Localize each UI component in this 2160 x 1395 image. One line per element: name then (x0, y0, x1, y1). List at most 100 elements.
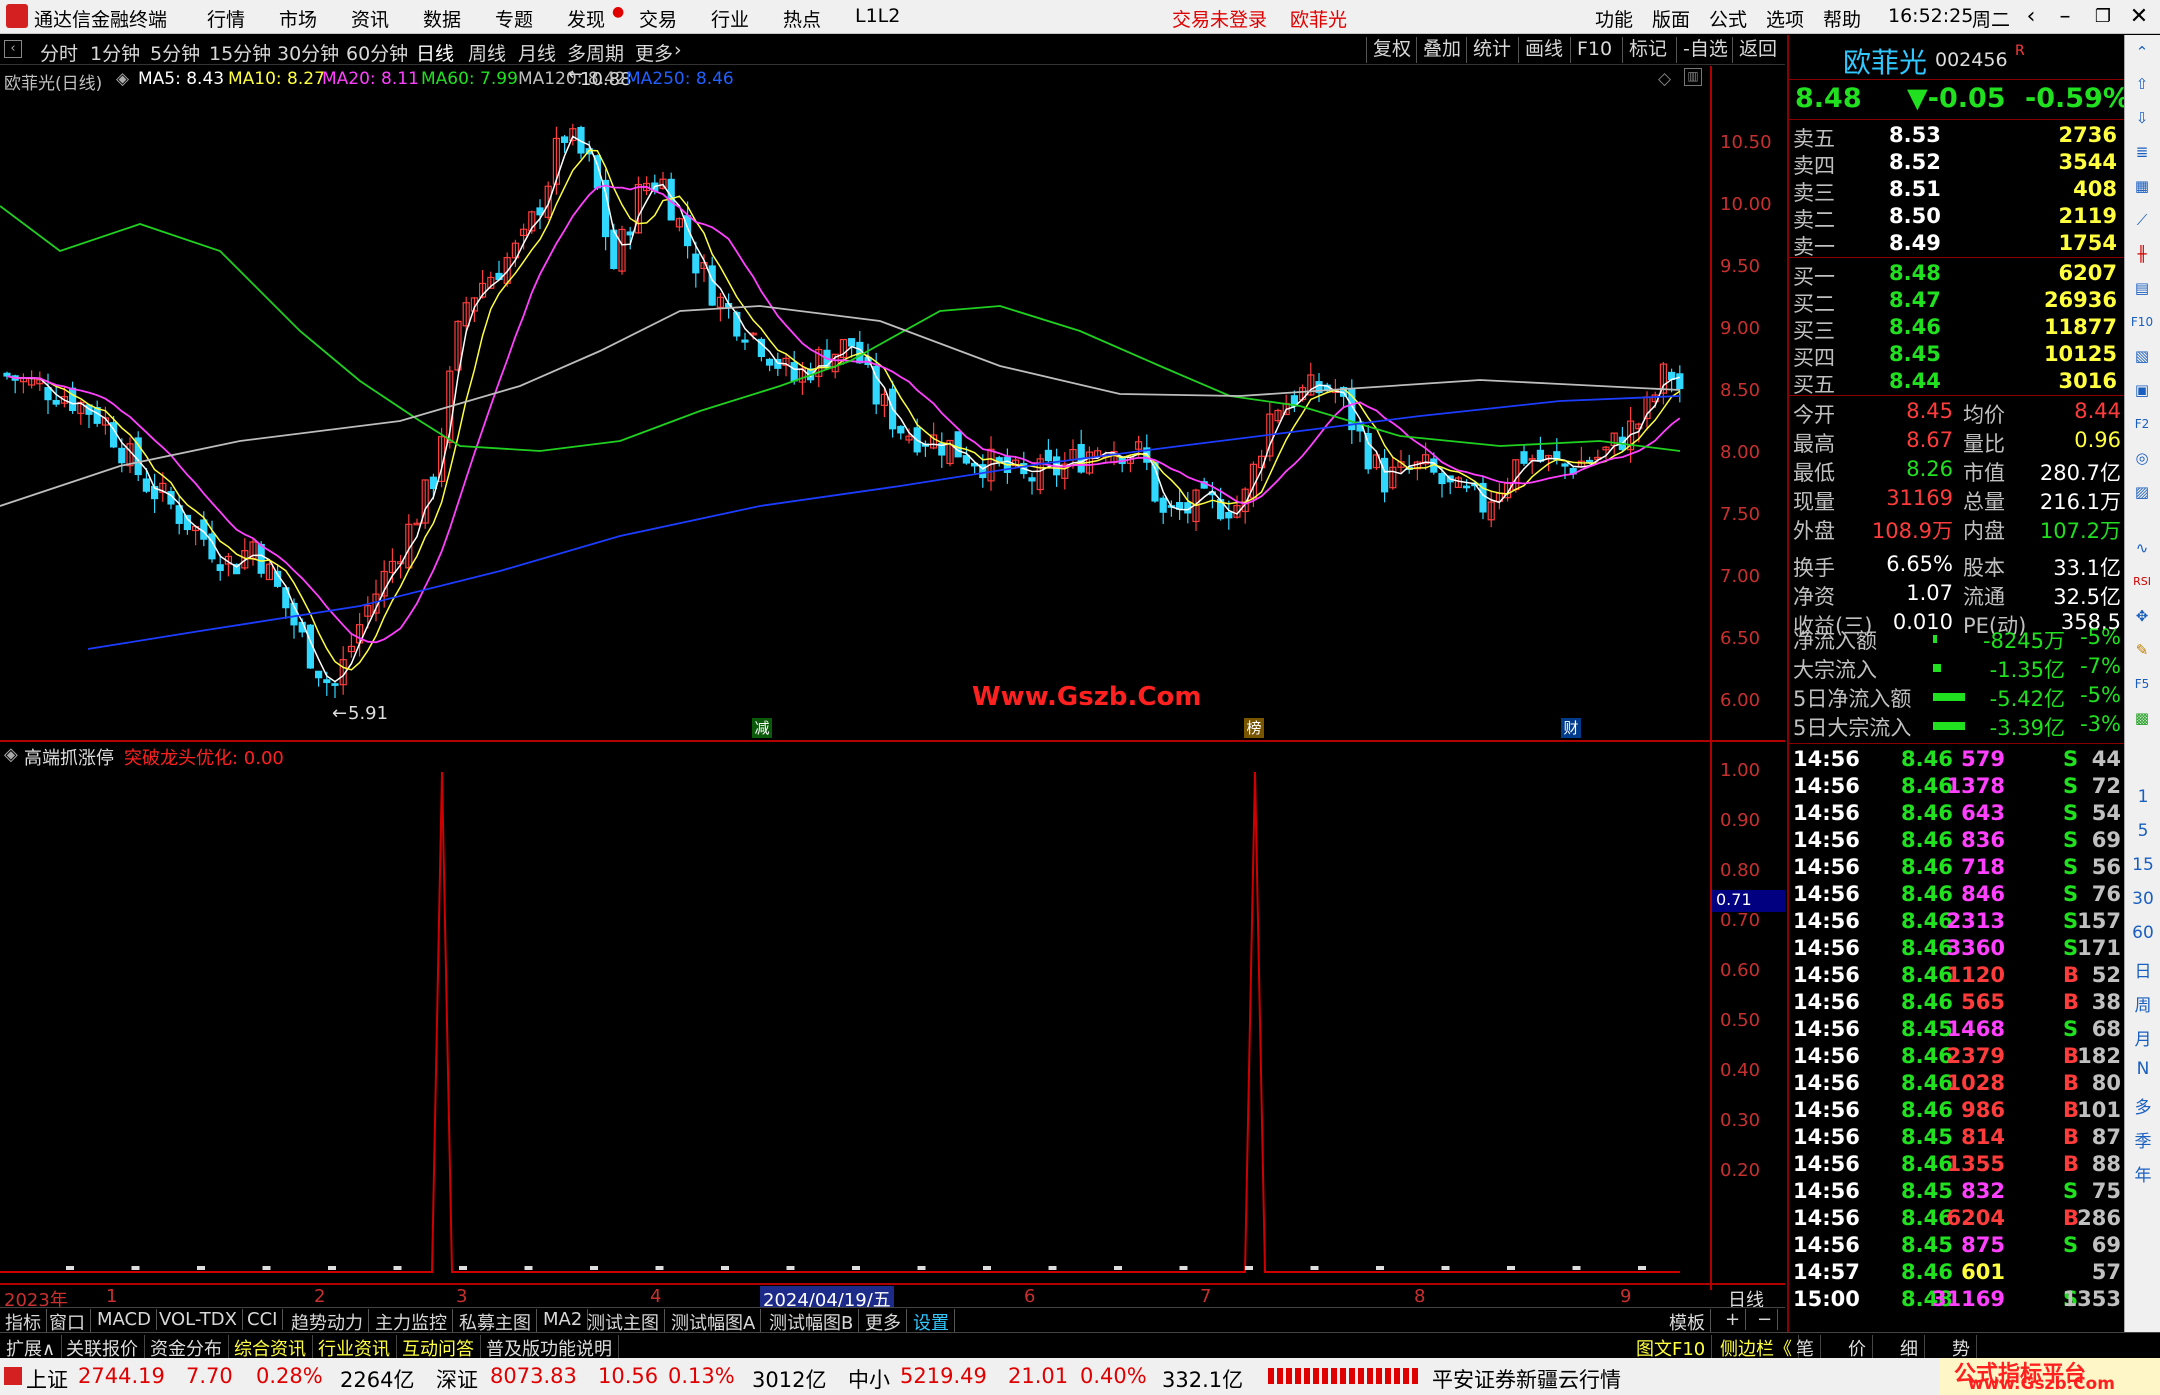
restore-icon[interactable]: ❐ (2088, 2, 2118, 32)
menu-banmian[interactable]: 版面 (1652, 5, 1690, 32)
period-5min[interactable]: 5分钟 (150, 39, 200, 66)
tab-macd[interactable]: MACD (92, 1309, 157, 1330)
menu-hangqing[interactable]: 行情 (207, 5, 245, 32)
btn-fuquan[interactable]: 复权 (1366, 37, 1417, 63)
btn-tongji[interactable]: 统计 (1466, 37, 1517, 63)
menu-gongneng[interactable]: 功能 (1595, 5, 1633, 32)
chart-settings-icon[interactable]: ◇ (1658, 69, 1671, 89)
menu-hangye[interactable]: 行业 (711, 5, 749, 32)
event-marker-bang[interactable]: 榜 (1244, 718, 1264, 738)
side-period-5[interactable]: 60 (2125, 923, 2160, 943)
grid-icon[interactable]: ▦ (2129, 173, 2155, 199)
fund-flow-row[interactable]: 5日大宗流入 -3.39亿 -3% (1793, 712, 2123, 740)
btn-huaxian[interactable]: 画线 (1518, 37, 1569, 63)
photo-icon[interactable]: ▨ (2129, 479, 2155, 505)
btn-fanhui[interactable]: 返回 (1732, 37, 1783, 63)
indicator-chart[interactable] (0, 760, 1710, 1285)
ask-row[interactable]: 卖四 8.52 3544 (1793, 150, 2123, 178)
menu-faxian[interactable]: 发现 (567, 5, 605, 32)
period-monthly[interactable]: 月线 (518, 39, 556, 66)
arrow-down-icon[interactable]: ⇩ (2129, 105, 2155, 131)
period-60min[interactable]: 60分钟 (346, 39, 408, 66)
tab-add-icon[interactable]: + (1720, 1309, 1747, 1330)
ask-row[interactable]: 卖二 8.50 2119 (1793, 204, 2123, 232)
period-weekly[interactable]: 周线 (468, 39, 506, 66)
f10-icon[interactable]: F10 (2129, 309, 2155, 335)
menu-jiaoyi[interactable]: 交易 (639, 5, 677, 32)
candlestick-chart[interactable]: 10.88 ← 5.91 ← (0, 66, 1710, 741)
side-period-3[interactable]: 15 (2125, 855, 2160, 875)
pen-icon[interactable]: ✎ (2129, 637, 2155, 663)
idx-sh-name[interactable]: 上证 (26, 1364, 68, 1394)
collapse-up-icon[interactable]: ⌃ (2129, 39, 2155, 65)
rsi-icon[interactable]: RSI (2129, 569, 2155, 595)
side-period-10[interactable]: 多 (2125, 1093, 2160, 1118)
period-1min[interactable]: 1分钟 (90, 39, 140, 66)
f5-icon[interactable]: F5 (2129, 671, 2155, 697)
cycle-icon[interactable]: ◎ (2129, 445, 2155, 471)
login-status[interactable]: 交易未登录 (1172, 5, 1267, 32)
side-period-6[interactable]: 日 (2125, 957, 2160, 982)
minimize-icon[interactable]: – (2050, 2, 2080, 32)
image-icon[interactable]: ▩ (2129, 705, 2155, 731)
menu-zixun[interactable]: 资讯 (351, 5, 389, 32)
menu-l1l2[interactable]: L1L2 (855, 5, 900, 27)
menu-gongshi[interactable]: 公式 (1709, 5, 1747, 32)
f2-icon[interactable]: F2 (2129, 411, 2155, 437)
ask-row[interactable]: 卖三 8.51 408 (1793, 177, 2123, 205)
side-period-8[interactable]: 月 (2125, 1025, 2160, 1050)
table-icon[interactable]: ▤ (2129, 275, 2155, 301)
legend-toggle-icon[interactable]: ◈ (116, 69, 129, 89)
event-marker-jian[interactable]: 减 (752, 718, 772, 738)
period-15min[interactable]: 15分钟 (209, 39, 271, 66)
news-icon[interactable]: ▧ (2129, 343, 2155, 369)
period-more-chevron-icon[interactable]: › (674, 39, 682, 61)
bid-row[interactable]: 买四 8.45 10125 (1793, 342, 2123, 370)
fund-flow-row[interactable]: 净流入额 -8245万 -5% (1793, 625, 2123, 653)
btn-zixuan[interactable]: -自选 (1676, 37, 1734, 63)
bid-row[interactable]: 买三 8.46 11877 (1793, 315, 2123, 343)
wave-icon[interactable]: ∿ (2129, 535, 2155, 561)
kline-icon[interactable]: ╫ (2129, 241, 2155, 267)
fund-flow-row[interactable]: 大宗流入 -1.35亿 -7% (1793, 654, 2123, 682)
side-period-9[interactable]: N (2125, 1059, 2160, 1079)
period-more[interactable]: 更多 (635, 39, 673, 66)
period-multi[interactable]: 多周期 (567, 39, 624, 66)
tab-vol-tdx[interactable]: VOL-TDX (154, 1309, 243, 1330)
menu-shichang[interactable]: 市场 (279, 5, 317, 32)
side-period-12[interactable]: 年 (2125, 1161, 2160, 1186)
report-icon[interactable]: ▣ (2129, 377, 2155, 403)
arrow-up-icon[interactable]: ⇧ (2129, 71, 2155, 97)
chart-window-icon[interactable]: ▥ (1684, 68, 1702, 86)
move-icon[interactable]: ✥ (2129, 603, 2155, 629)
period-fenshi[interactable]: 分时 (40, 39, 78, 66)
bid-row[interactable]: 买五 8.44 3016 (1793, 369, 2123, 397)
side-period-4[interactable]: 30 (2125, 889, 2160, 909)
fund-flow-row[interactable]: 5日净流入额 -5.42亿 -5% (1793, 683, 2123, 711)
btn-diejia[interactable]: 叠加 (1416, 37, 1467, 63)
collapse-left-icon[interactable]: ‹ (4, 40, 22, 58)
tab-cci[interactable]: CCI (242, 1309, 284, 1330)
back-icon[interactable]: ‹ (2016, 2, 2046, 32)
side-period-1[interactable]: 1 (2125, 787, 2160, 807)
tab-remove-icon[interactable]: − (1752, 1309, 1779, 1330)
side-period-7[interactable]: 周 (2125, 991, 2160, 1016)
menu-bangzhu[interactable]: 帮助 (1823, 5, 1861, 32)
menu-redian[interactable]: 热点 (783, 5, 821, 32)
period-daily[interactable]: 日线 (416, 39, 454, 66)
line-chart-icon[interactable]: ⟋ (2129, 207, 2155, 233)
idx-zx-name[interactable]: 中小 (848, 1364, 890, 1394)
bid-row[interactable]: 买一 8.48 6207 (1793, 261, 2123, 289)
btn-biaoji[interactable]: 标记 (1622, 37, 1673, 63)
idx-sz-name[interactable]: 深证 (436, 1364, 478, 1394)
ask-row[interactable]: 卖一 8.49 1754 (1793, 231, 2123, 259)
ask-row[interactable]: 卖五 8.53 2736 (1793, 123, 2123, 151)
menu-zhuanti[interactable]: 专题 (495, 5, 533, 32)
list-icon[interactable]: ≣ (2129, 139, 2155, 165)
tab-ma2[interactable]: MA2 (538, 1309, 589, 1330)
btn-f10[interactable]: F10 (1570, 37, 1618, 63)
side-period-2[interactable]: 5 (2125, 821, 2160, 841)
menu-shuju[interactable]: 数据 (423, 5, 461, 32)
pane-divider[interactable] (0, 740, 1785, 742)
menu-xuanxiang[interactable]: 选项 (1766, 5, 1804, 32)
